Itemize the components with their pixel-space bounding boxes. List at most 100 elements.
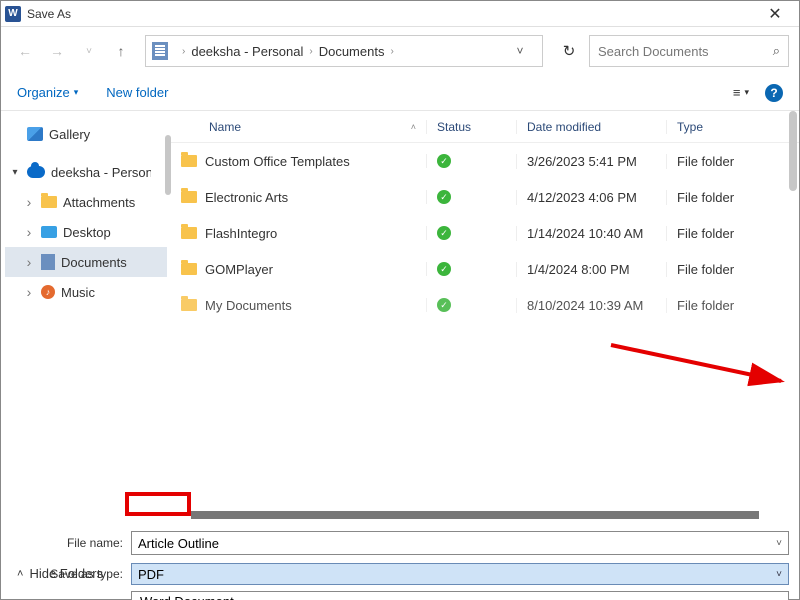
folder-icon	[181, 155, 197, 167]
folder-icon	[181, 227, 197, 239]
body: Gallery deeksha - Personal Attachments D…	[1, 111, 799, 519]
file-name: GOMPlayer	[205, 262, 273, 277]
help-button[interactable]: ?	[765, 84, 783, 102]
file-type: File folder	[666, 190, 799, 205]
file-name: FlashIntegro	[205, 226, 277, 241]
desktop-icon	[41, 226, 57, 238]
tree-documents[interactable]: Documents	[5, 247, 167, 277]
up-button[interactable]: ↑	[107, 37, 135, 65]
chevron-right-icon[interactable]	[23, 284, 35, 300]
folder-icon	[181, 191, 197, 203]
breadcrumb-documents[interactable]: Documents	[319, 44, 385, 59]
vertical-scrollbar[interactable]	[789, 111, 797, 191]
chevron-up-icon: ˄	[17, 568, 23, 580]
sync-ok-icon: ✓	[437, 298, 451, 312]
titlebar: W Save As ✕	[1, 1, 799, 27]
filename-input[interactable]: Article Outline ˅	[131, 531, 789, 555]
window-title: Save As	[27, 7, 755, 21]
tree-gallery[interactable]: Gallery	[5, 119, 167, 149]
tree-label: Documents	[61, 255, 127, 270]
file-name: Custom Office Templates	[205, 154, 350, 169]
search-icon: ⌕	[773, 43, 780, 59]
filename-dropdown-icon[interactable]: ˅	[776, 538, 782, 549]
hide-folders-label: Hide Folders	[29, 566, 103, 581]
refresh-button[interactable]: ↻	[553, 42, 585, 60]
tree-label: Music	[61, 285, 95, 300]
caret-down-icon: ▾	[74, 87, 79, 98]
filename-row: File name: Article Outline ˅	[11, 531, 789, 555]
file-date: 1/14/2024 10:40 AM	[516, 226, 666, 241]
tree-label: deeksha - Personal	[51, 165, 151, 180]
tree-music[interactable]: ♪ Music	[5, 277, 167, 307]
tree-account[interactable]: deeksha - Personal	[5, 157, 167, 187]
close-button[interactable]: ✕	[755, 4, 795, 24]
file-name: Electronic Arts	[205, 190, 288, 205]
tree-attachments[interactable]: Attachments	[5, 187, 167, 217]
forward-button[interactable]: →	[43, 37, 71, 65]
savetype-combobox[interactable]: PDF ˅	[131, 563, 789, 585]
horizontal-scrollbar[interactable]	[191, 511, 759, 519]
combobox-dropdown-icon[interactable]: ˅	[776, 569, 782, 580]
col-status[interactable]: Status	[426, 120, 516, 134]
sync-ok-icon: ✓	[437, 226, 451, 240]
save-as-dialog: W Save As ✕ ← → ˅ ↑ › deeksha - Personal…	[0, 0, 800, 600]
nav-tree: Gallery deeksha - Personal Attachments D…	[1, 111, 171, 519]
chevron-down-icon[interactable]	[9, 167, 21, 178]
address-dropdown[interactable]: ˅	[504, 44, 536, 58]
address-bar[interactable]: › deeksha - Personal › Documents › ˅	[145, 35, 543, 67]
table-row[interactable]: Electronic Arts ✓ 4/12/2023 4:06 PMFile fo…	[171, 179, 799, 215]
organize-label: Organize	[17, 85, 70, 100]
history-dropdown[interactable]: ˅	[75, 37, 103, 65]
chevron-right-icon[interactable]	[23, 194, 35, 210]
table-row[interactable]: Custom Office Templates✓3/26/2023 5:41 P…	[171, 143, 799, 179]
search-input[interactable]: Search Documents ⌕	[589, 35, 789, 67]
chevron-right-icon[interactable]	[23, 224, 35, 240]
view-menu[interactable]: ≡ ▾	[733, 85, 749, 100]
tree-label: Gallery	[49, 127, 90, 142]
organize-menu[interactable]: Organize ▾	[17, 85, 78, 100]
documents-icon	[41, 254, 55, 270]
savetype-value: PDF	[138, 567, 164, 582]
word-app-icon: W	[5, 6, 21, 22]
new-folder-button[interactable]: New folder	[106, 85, 168, 100]
hide-folders-button[interactable]: ˄ Hide Folders	[17, 566, 103, 581]
sync-ok-icon: ✓	[437, 154, 451, 168]
file-type: File folder	[666, 154, 799, 169]
table-row[interactable]: GOMPlayer✓1/4/2024 8:00 PMFile folder	[171, 251, 799, 287]
dropdown-option[interactable]: Word Document	[132, 592, 788, 600]
col-label: Name	[209, 120, 241, 134]
folder-icon	[41, 196, 57, 208]
file-type: File folder	[666, 298, 799, 313]
sync-ok-icon: ✓	[437, 262, 451, 276]
onedrive-icon	[27, 166, 45, 178]
chevron-right-icon: ›	[309, 46, 312, 57]
nav-row: ← → ˅ ↑ › deeksha - Personal › Documents…	[1, 27, 799, 75]
file-name: My Documents	[205, 298, 292, 313]
chevron-right-icon: ›	[390, 46, 393, 57]
breadcrumb-account[interactable]: deeksha - Personal	[191, 44, 303, 59]
sync-ok-icon: ✓	[437, 190, 451, 204]
col-date[interactable]: Date modified	[516, 120, 666, 134]
folder-icon	[181, 299, 197, 311]
column-headers: Name ˄ Status Date modified Type	[171, 111, 799, 143]
col-name[interactable]: Name ˄	[171, 120, 426, 134]
file-date: 4/12/2023 4:06 PM	[516, 190, 666, 205]
back-button[interactable]: ←	[11, 37, 39, 65]
table-row[interactable]: FlashIntegro ✓ 1/14/2024 10:40 AMFile fold…	[171, 215, 799, 251]
list-icon: ≡	[733, 85, 741, 100]
filename-label: File name:	[11, 536, 131, 550]
file-type: File folder	[666, 262, 799, 277]
chevron-right-icon[interactable]	[23, 254, 35, 270]
caret-down-icon: ▾	[744, 87, 749, 98]
savetype-row: Save as type: PDF ˅	[11, 563, 789, 585]
savetype-dropdown-list[interactable]: Word DocumentWord Macro-Enabled Document…	[131, 591, 789, 600]
file-type: File folder	[666, 226, 799, 241]
tree-label: Attachments	[63, 195, 135, 210]
music-icon: ♪	[41, 285, 55, 299]
tree-desktop[interactable]: Desktop	[5, 217, 167, 247]
col-type[interactable]: Type	[666, 120, 799, 134]
toolbar: Organize ▾ New folder ≡ ▾ ?	[1, 75, 799, 111]
table-row[interactable]: My Documents✓8/10/2024 10:39 AMFile fold…	[171, 287, 799, 323]
location-icon	[152, 42, 168, 60]
filename-value: Article Outline	[138, 536, 219, 551]
